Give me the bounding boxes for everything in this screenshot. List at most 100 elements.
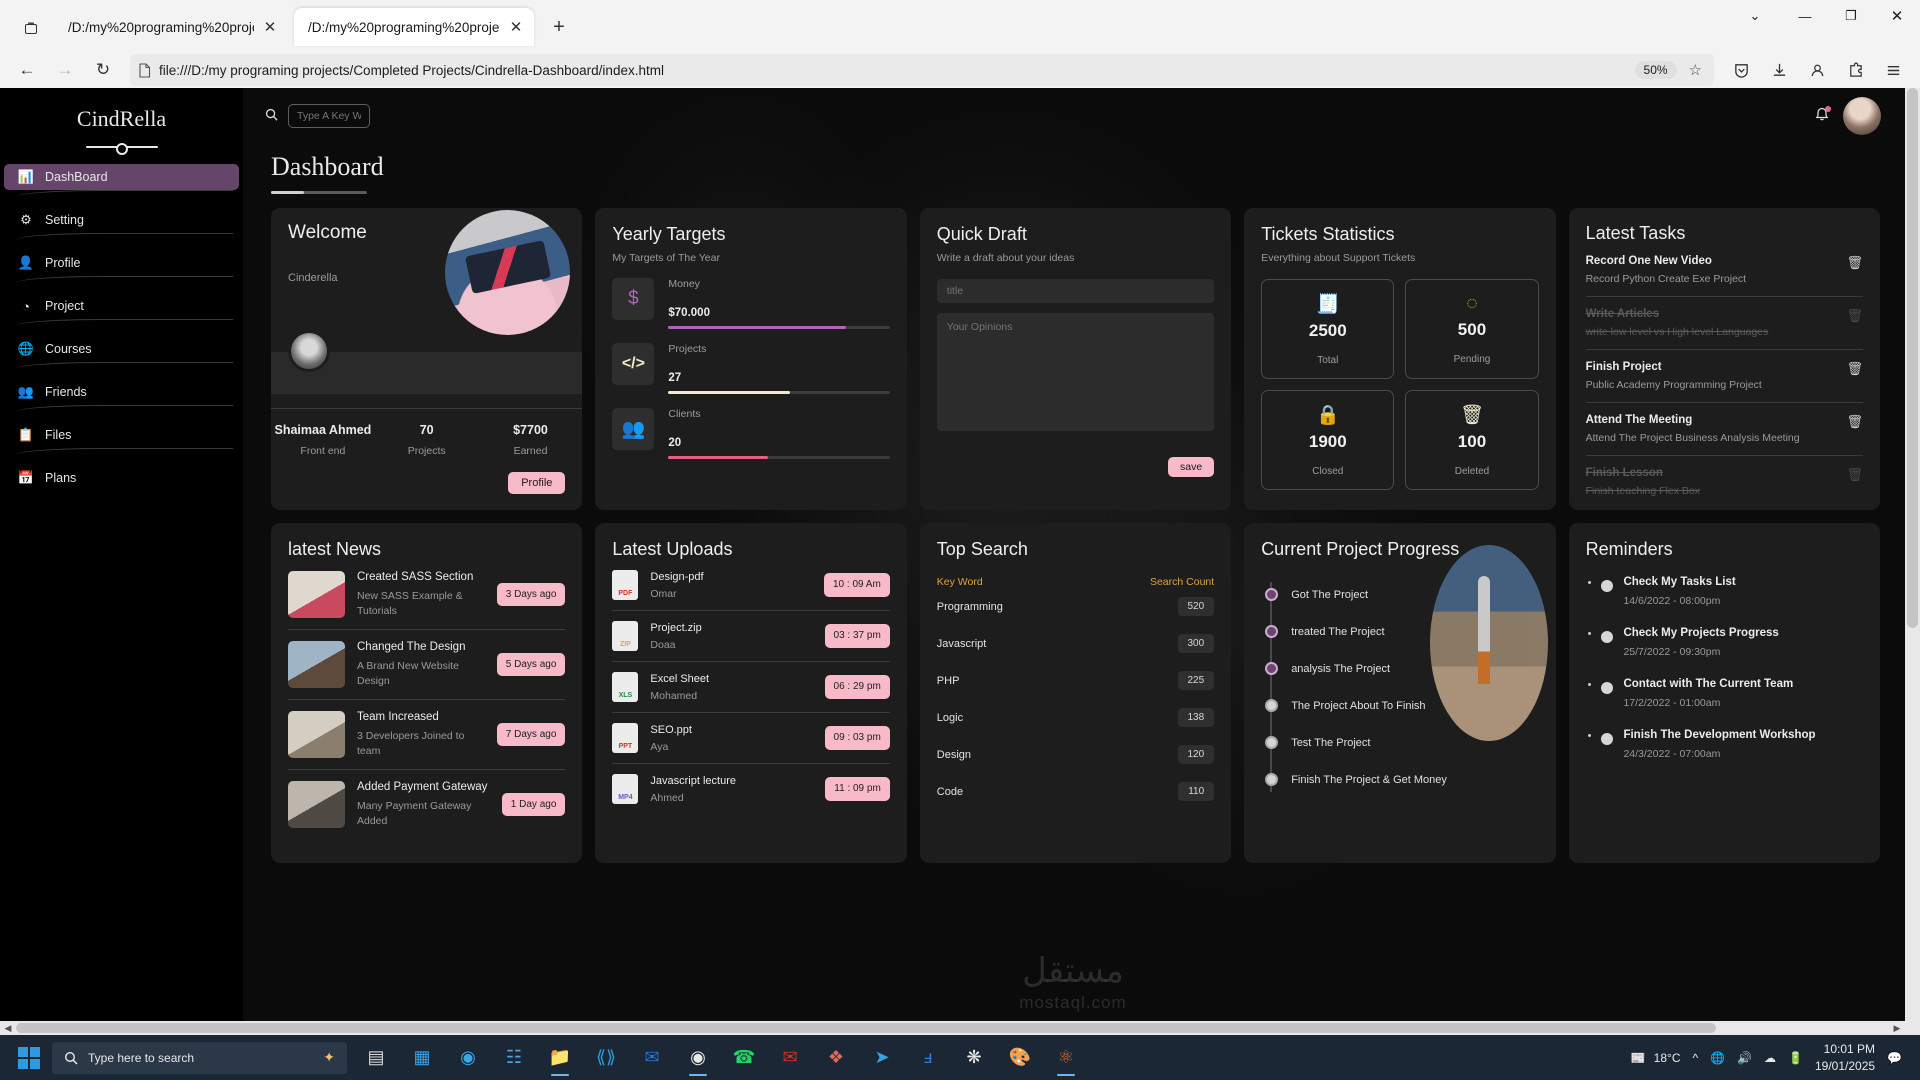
sidebar-item-setting[interactable]: ⚙ Setting: [4, 207, 239, 233]
horizontal-scrollbar[interactable]: ◀ ▶: [0, 1021, 1905, 1035]
stat-label: Pending: [1453, 354, 1491, 365]
project-progress-card: Current Project Progress Got The Project…: [1244, 523, 1556, 863]
scroll-right-arrow[interactable]: ▶: [1889, 1023, 1905, 1034]
chevron-up-icon[interactable]: ^: [1692, 1051, 1698, 1065]
forward-icon[interactable]: →: [48, 53, 82, 87]
tickets-grid: 🧾 2500 Total ◌ 500 Pending 🔒 1900 Closed…: [1261, 279, 1539, 490]
task-desc: Finish teaching Flex Box: [1585, 485, 1700, 497]
trash-icon[interactable]: 🗑: [1846, 308, 1863, 324]
sidebar-item-project[interactable]: ◔ Project: [4, 293, 239, 319]
account-icon[interactable]: [1800, 53, 1834, 87]
search-count: 300: [1177, 634, 1215, 653]
reminder-date: 25/7/2022 - 09:30pm: [1623, 646, 1721, 658]
trash-icon[interactable]: 🗑: [1846, 361, 1863, 377]
task-view-icon[interactable]: ▤: [355, 1038, 397, 1078]
vertical-scrollbar[interactable]: [1905, 88, 1920, 1035]
widgets-icon[interactable]: ☷: [493, 1038, 535, 1078]
minimize-button[interactable]: —: [1782, 0, 1828, 32]
store-icon[interactable]: ▦: [401, 1038, 443, 1078]
weather-widget[interactable]: 📰 18°C: [1631, 1051, 1681, 1065]
pdf-file-icon: PDF: [612, 570, 639, 600]
browser-tab-2[interactable]: /D:/my%20programing%20projects ✕: [294, 8, 534, 46]
telegram-icon[interactable]: ➤: [861, 1038, 903, 1078]
network-icon[interactable]: 🌐: [1710, 1051, 1725, 1065]
column-count: Search Count: [1149, 576, 1215, 588]
edge-icon[interactable]: ◉: [447, 1038, 489, 1078]
copilot-icon[interactable]: ✦: [323, 1049, 335, 1066]
start-button[interactable]: [6, 1035, 52, 1080]
udacity-icon[interactable]: ⅎ: [907, 1038, 949, 1078]
sidebar-item-files[interactable]: 📋 Files: [4, 422, 239, 448]
search-count: 120: [1177, 745, 1215, 764]
maximize-button[interactable]: ❐: [1828, 0, 1874, 32]
news-badge: 3 Days ago: [496, 582, 566, 607]
avatar[interactable]: [1843, 97, 1881, 135]
close-icon[interactable]: ✕: [260, 17, 280, 37]
search-input[interactable]: [288, 104, 370, 128]
sidebar-item-courses[interactable]: 🌐 Courses: [4, 336, 239, 362]
browser-tab-1[interactable]: /D:/my%20programing%20projects ✕: [54, 8, 294, 46]
save-to-pocket-icon[interactable]: [1724, 53, 1758, 87]
chrome-icon[interactable]: ◉: [677, 1038, 719, 1078]
whatsapp-icon[interactable]: ☎: [723, 1038, 765, 1078]
notification-icon[interactable]: 💬: [1887, 1051, 1902, 1065]
vscode-icon[interactable]: ⟪⟫: [585, 1038, 627, 1078]
battery-icon[interactable]: 🔋: [1788, 1051, 1803, 1065]
profile-button[interactable]: Profile: [508, 472, 566, 494]
search-row: Programming 520: [937, 588, 1215, 625]
onedrive-icon[interactable]: ☁: [1764, 1051, 1776, 1065]
top-bar: [243, 88, 1903, 144]
trash-icon[interactable]: 🗑: [1846, 414, 1863, 430]
tab-list-icon[interactable]: [8, 8, 54, 48]
reload-icon[interactable]: ↻: [86, 53, 120, 87]
search-row: Design 120: [936, 736, 1215, 773]
taskbar-search[interactable]: Type here to search ✦: [52, 1041, 347, 1074]
chevron-down-icon[interactable]: ⌄: [1728, 0, 1782, 32]
outlook-icon[interactable]: ✉: [631, 1038, 673, 1078]
downloads-icon[interactable]: [1762, 53, 1796, 87]
sidebar-item-dashboard[interactable]: 📊 DashBoard: [4, 164, 239, 190]
firefox-icon[interactable]: ⚛: [1045, 1038, 1087, 1078]
gmail-icon[interactable]: ✉: [769, 1038, 811, 1078]
draft-body-textarea[interactable]: [936, 313, 1215, 431]
save-button[interactable]: save: [1168, 457, 1215, 477]
clock[interactable]: 10:01 PM 19/01/2025: [1815, 1041, 1875, 1073]
pie-chart-icon: ◔: [22, 298, 30, 314]
keyword: Design: [936, 748, 972, 761]
chatgpt-icon[interactable]: ❋: [953, 1038, 995, 1078]
sidebar-item-profile[interactable]: 👤 Profile: [4, 250, 239, 276]
figma-icon[interactable]: ❖: [815, 1038, 857, 1078]
scrollbar-thumb[interactable]: [16, 1023, 1716, 1033]
stat-label: Deleted: [1454, 466, 1490, 477]
step-dot: [1265, 699, 1279, 712]
address-bar[interactable]: file:///D:/my programing projects/Comple…: [130, 54, 1714, 86]
close-window-button[interactable]: ✕: [1874, 0, 1920, 32]
welcome-title: Welcome: [288, 222, 367, 243]
sidebar-item-label: Profile: [45, 256, 81, 270]
new-tab-button[interactable]: +: [544, 12, 574, 42]
trash-icon[interactable]: 🗑: [1846, 255, 1863, 271]
search-icon: [64, 1051, 78, 1065]
scrollbar-thumb[interactable]: [1907, 88, 1918, 628]
page-title-text: Dashboard: [271, 152, 384, 181]
back-icon[interactable]: ←: [10, 53, 44, 87]
volume-icon[interactable]: 🔊: [1737, 1051, 1752, 1065]
bell-icon[interactable]: [1815, 106, 1831, 125]
zoom-level-badge[interactable]: 50%: [1634, 61, 1677, 79]
menu-icon[interactable]: [1876, 53, 1910, 87]
draft-title-input[interactable]: [936, 279, 1215, 303]
stat-value: 2500: [1308, 321, 1347, 340]
trash-icon[interactable]: 🗑: [1846, 467, 1863, 483]
scroll-left-arrow[interactable]: ◀: [0, 1023, 16, 1034]
dashboard-grid: Welcome Cinderella Shaimaa Ahmed Front e…: [243, 194, 1903, 863]
paint-icon[interactable]: 🎨: [999, 1038, 1041, 1078]
sidebar-item-friends[interactable]: 👥 Friends: [4, 379, 239, 405]
window-controls: ⌄ — ❐ ✕: [1728, 0, 1920, 48]
sidebar-item-plans[interactable]: 📅 Plans: [4, 465, 239, 491]
file-name: SEO.ppt: [650, 723, 692, 736]
card-title: Tickets Statistics: [1261, 224, 1395, 244]
explorer-icon[interactable]: 📁: [539, 1038, 581, 1078]
bookmark-star-icon[interactable]: ☆: [1685, 61, 1706, 79]
close-icon[interactable]: ✕: [506, 17, 526, 37]
extensions-icon[interactable]: [1838, 53, 1872, 87]
